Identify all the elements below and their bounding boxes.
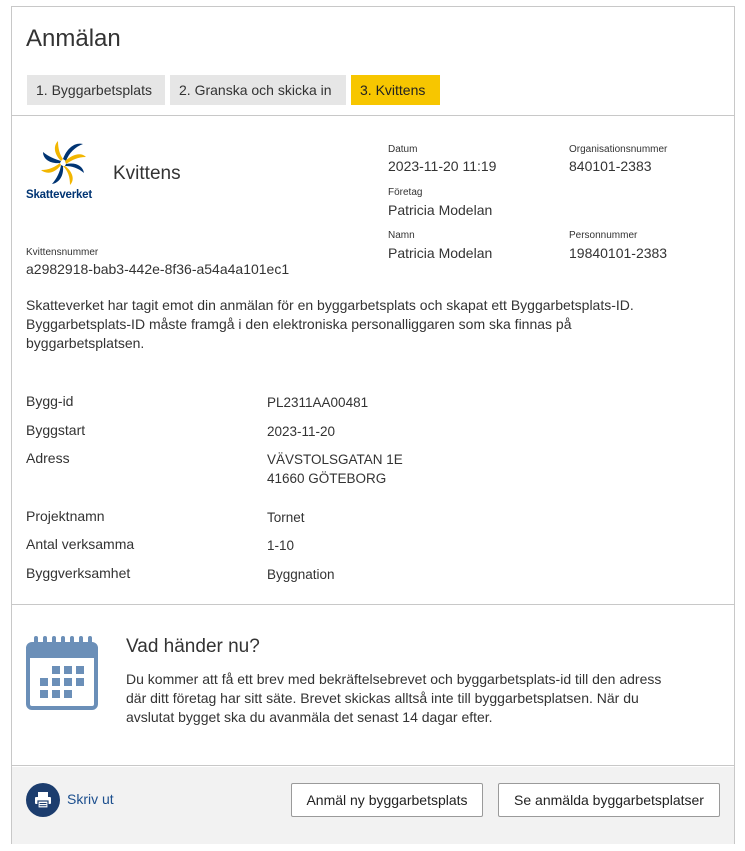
adress-label: Adress	[26, 450, 70, 466]
byggstart-value: 2023-11-20	[267, 424, 336, 439]
next-steps-section: Vad händer nu? Du kommer att få ett brev…	[12, 606, 734, 766]
next-line-1: Du kommer att få ett brev med bekräftels…	[126, 671, 662, 687]
receipt-section: Skatteverket Kvittens Kvittensnummer a29…	[12, 117, 734, 605]
intro-line-3: byggarbetsplatsen.	[26, 335, 145, 351]
date-value: 2023-11-20 11:19	[388, 158, 497, 174]
footer-actions: Skriv ut Anmäl ny byggarbetsplats Se anm…	[12, 767, 734, 844]
next-line-2: där ditt företag har sitt säte. Brevet s…	[126, 690, 639, 706]
antal-verksamma-value: 1-10	[267, 538, 295, 553]
byggstart-label: Byggstart	[26, 422, 86, 438]
org-number-value: 840101-2383	[569, 158, 652, 174]
projektnamn-value: Tornet	[267, 510, 305, 525]
receipt-title: Kvittens	[113, 163, 181, 184]
calendar-icon	[26, 634, 98, 717]
page-header: Anmälan 1. Byggarbetsplats 2. Granska oc…	[12, 7, 734, 116]
adress-line-1: VÄVSTOLSGATAN 1E	[267, 452, 403, 467]
date-label: Datum	[388, 144, 418, 155]
bygg-id-label: Bygg-id	[26, 393, 74, 409]
view-registered-sites-button[interactable]: Se anmälda byggarbetsplatser	[498, 783, 720, 817]
name-value: Patricia Modelan	[388, 245, 493, 261]
company-value: Patricia Modelan	[388, 202, 493, 218]
projektnamn-label: Projektnamn	[26, 508, 105, 524]
step-kvittens: 3. Kvittens	[351, 75, 440, 105]
receipt-number-label: Kvittensnummer	[26, 247, 99, 258]
printer-icon	[35, 792, 51, 809]
skatteverket-logo: Skatteverket	[26, 137, 98, 205]
logo-wordmark: Skatteverket	[26, 189, 93, 201]
print-label[interactable]: Skriv ut	[67, 791, 114, 807]
bygg-id-value: PL2311AA00481	[267, 395, 369, 410]
byggverksamhet-value: Byggnation	[267, 567, 335, 582]
receipt-number: a2982918-bab3-442e-8f36-a54a4a101ec1	[26, 261, 290, 277]
name-label: Namn	[388, 230, 415, 241]
personal-number-label: Personnummer	[569, 230, 638, 241]
skatteverket-swirl-icon	[41, 141, 86, 185]
adress-line-2: 41660 GÖTEBORG	[267, 471, 387, 486]
byggverksamhet-label: Byggverksamhet	[26, 565, 131, 581]
step-granska[interactable]: 2. Granska och skicka in	[170, 75, 346, 105]
receipt-intro: Skatteverket har tagit emot din anmälan …	[26, 296, 706, 353]
page-title: Anmälan	[26, 25, 121, 52]
intro-line-1: Skatteverket har tagit emot din anmälan …	[26, 297, 634, 313]
antal-verksamma-label: Antal verksamma	[26, 536, 135, 552]
print-icon-circle	[26, 783, 60, 817]
company-label: Företag	[388, 187, 423, 198]
next-steps-text: Du kommer att få ett brev med bekräftels…	[126, 670, 716, 727]
receipt-card: Anmälan 1. Byggarbetsplats 2. Granska oc…	[11, 6, 735, 844]
next-steps-title: Vad händer nu?	[126, 636, 260, 657]
intro-line-2: Byggarbetsplats-ID måste framgå i den el…	[26, 316, 572, 332]
next-line-3: avslutat bygget ska du avanmäla det sena…	[126, 709, 493, 725]
org-number-label: Organisationsnummer	[569, 144, 668, 155]
register-new-site-button[interactable]: Anmäl ny byggarbetsplats	[291, 783, 483, 817]
step-byggarbetsplats[interactable]: 1. Byggarbetsplats	[27, 75, 165, 105]
personal-number-value: 19840101-2383	[569, 245, 668, 261]
